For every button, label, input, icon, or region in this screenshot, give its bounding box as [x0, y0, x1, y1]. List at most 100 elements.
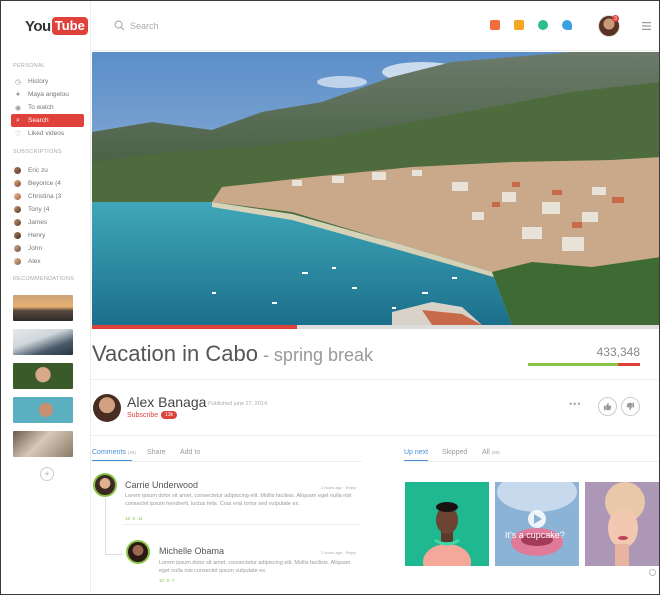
divider	[123, 524, 359, 525]
avatar	[14, 258, 21, 265]
search-icon	[114, 20, 125, 31]
video-progress-fill	[92, 325, 297, 329]
subscription-item[interactable]: John	[11, 242, 84, 255]
comment-stats: 16 ·0 ·11	[125, 516, 143, 521]
subscribe-button[interactable]: Subscribe	[127, 412, 158, 419]
add-recommendation-button[interactable]: +	[40, 467, 54, 481]
subscription-label: Christina (3	[28, 193, 62, 200]
thumbs-down-icon	[626, 402, 635, 411]
subscriptions-list: Eric zu Beyonce (4 Christina (3 Tony (4 …	[11, 164, 84, 268]
tab-skipped[interactable]: Skipped	[442, 449, 467, 456]
video-title: Vacation in Cabo - spring break	[92, 341, 373, 367]
video-player[interactable]	[92, 52, 659, 325]
comment-time[interactable]: 2 hours ago · Reply	[321, 550, 356, 555]
divider	[92, 435, 659, 436]
subscription-item[interactable]: Alex	[11, 255, 84, 268]
up-next-card[interactable]	[585, 482, 659, 566]
video-icon[interactable]	[514, 20, 524, 30]
scroll-indicator-icon[interactable]	[649, 569, 656, 576]
recommendation-thumbnail[interactable]	[13, 329, 73, 355]
subscription-item[interactable]: Eric zu	[11, 164, 84, 177]
video-subtitle: - spring break	[257, 345, 373, 365]
subscription-item[interactable]: Beyonce (4	[11, 177, 84, 190]
tab-up-next[interactable]: Up next	[404, 449, 428, 456]
sidebar-item-liked[interactable]: ♡ Liked videos	[11, 127, 84, 140]
cloud-icon[interactable]	[538, 20, 548, 30]
view-count: 433,348	[596, 345, 640, 359]
divider	[404, 461, 659, 462]
subscription-label: Alex	[28, 258, 41, 265]
commenter-avatar[interactable]	[93, 473, 117, 497]
commenter-name[interactable]: Carrie Underwood	[125, 480, 198, 490]
notification-icon[interactable]	[562, 20, 572, 30]
chat-icon[interactable]	[490, 20, 500, 30]
logo-text: You	[25, 17, 51, 35]
avatar	[14, 219, 21, 226]
sidebar: You Tube PERSONAL ◷ History ● Maya angel…	[1, 1, 91, 594]
up-next-thumbnail	[405, 482, 489, 566]
tab-add-to[interactable]: Add to	[180, 449, 200, 456]
video-frame-image	[92, 52, 659, 325]
subscription-item[interactable]: Christina (3	[11, 190, 84, 203]
sidebar-item-to-watch[interactable]: ◉ To watch	[11, 101, 84, 114]
recommendation-thumbnail[interactable]	[13, 431, 73, 457]
subscription-item[interactable]: Tony (4	[11, 203, 84, 216]
recommendation-thumbnail[interactable]	[13, 397, 73, 423]
app-frame: You Tube PERSONAL ◷ History ● Maya angel…	[0, 0, 660, 595]
tab-count: (89)	[491, 450, 500, 455]
channel-name[interactable]: Alex Banaga	[127, 394, 206, 410]
subscription-label: Tony (4	[28, 206, 50, 213]
recommendation-thumbnail[interactable]	[13, 363, 73, 389]
thumbs-up-icon	[603, 402, 612, 411]
subscription-item[interactable]: James	[11, 216, 84, 229]
eye-icon: ◉	[14, 104, 22, 112]
history-icon: ◷	[14, 78, 22, 86]
sidebar-item-search[interactable]: ⌕ Search	[11, 114, 84, 127]
thread-line	[105, 554, 123, 555]
channel-avatar[interactable]	[93, 394, 121, 422]
subscription-item[interactable]: Henry	[11, 229, 84, 242]
avatar	[14, 232, 21, 239]
up-next-card[interactable]: It's a cupcake?	[495, 482, 579, 566]
sidebar-item-history[interactable]: ◷ History	[11, 75, 84, 88]
commenter-avatar[interactable]	[126, 540, 150, 564]
menu-icon[interactable]	[642, 22, 651, 30]
subscription-label: Henry	[28, 232, 46, 239]
heart-icon: ♡	[14, 130, 22, 138]
up-next-thumbnail	[585, 482, 659, 566]
up-next-card[interactable]	[405, 482, 489, 566]
up-next-card-title: It's a cupcake?	[505, 530, 565, 540]
comment-stats: 10 ·0 ·7	[159, 578, 175, 583]
comment-time[interactable]: 2 hours ago · Reply	[321, 485, 356, 490]
tab-share[interactable]: Share	[147, 449, 166, 456]
divider	[92, 379, 659, 380]
dislike-button[interactable]	[621, 397, 640, 416]
sidebar-item-label: History	[28, 78, 49, 85]
search-icon: ⌕	[16, 116, 20, 124]
logo-badge: Tube	[51, 17, 88, 35]
subscriber-count-badge: 13k	[161, 411, 178, 419]
tab-count: (26)	[127, 450, 136, 455]
subscription-label: James	[28, 219, 48, 226]
up-next-thumbnail	[495, 482, 579, 566]
video-title-row: Vacation in Cabo - spring break 433,348	[92, 341, 652, 371]
user-icon: ●	[15, 91, 21, 98]
video-title-text: Vacation in Cabo	[92, 341, 258, 366]
subscriptions-heading: SUBSCRIPTIONS	[13, 149, 62, 155]
tab-all[interactable]: All (89)	[482, 449, 500, 456]
rating-bar	[528, 363, 640, 366]
video-progress-bar[interactable]	[92, 325, 659, 329]
divider	[92, 461, 362, 462]
recommendation-thumbnail[interactable]	[13, 295, 73, 321]
sidebar-item-label: To watch	[28, 104, 54, 111]
youtube-logo[interactable]: You Tube	[25, 16, 88, 36]
tab-comments[interactable]: Comments (26)	[92, 449, 136, 456]
sidebar-item-maya[interactable]: ● Maya angelou	[11, 88, 84, 101]
more-options-icon[interactable]: •••	[569, 399, 581, 409]
thread-line	[105, 498, 106, 554]
personal-heading: PERSONAL	[13, 63, 46, 69]
search-input[interactable]	[130, 18, 330, 34]
like-button[interactable]	[598, 397, 617, 416]
subscription-label: Beyonce (4	[28, 180, 61, 187]
commenter-name[interactable]: Michelle Obama	[159, 546, 224, 556]
